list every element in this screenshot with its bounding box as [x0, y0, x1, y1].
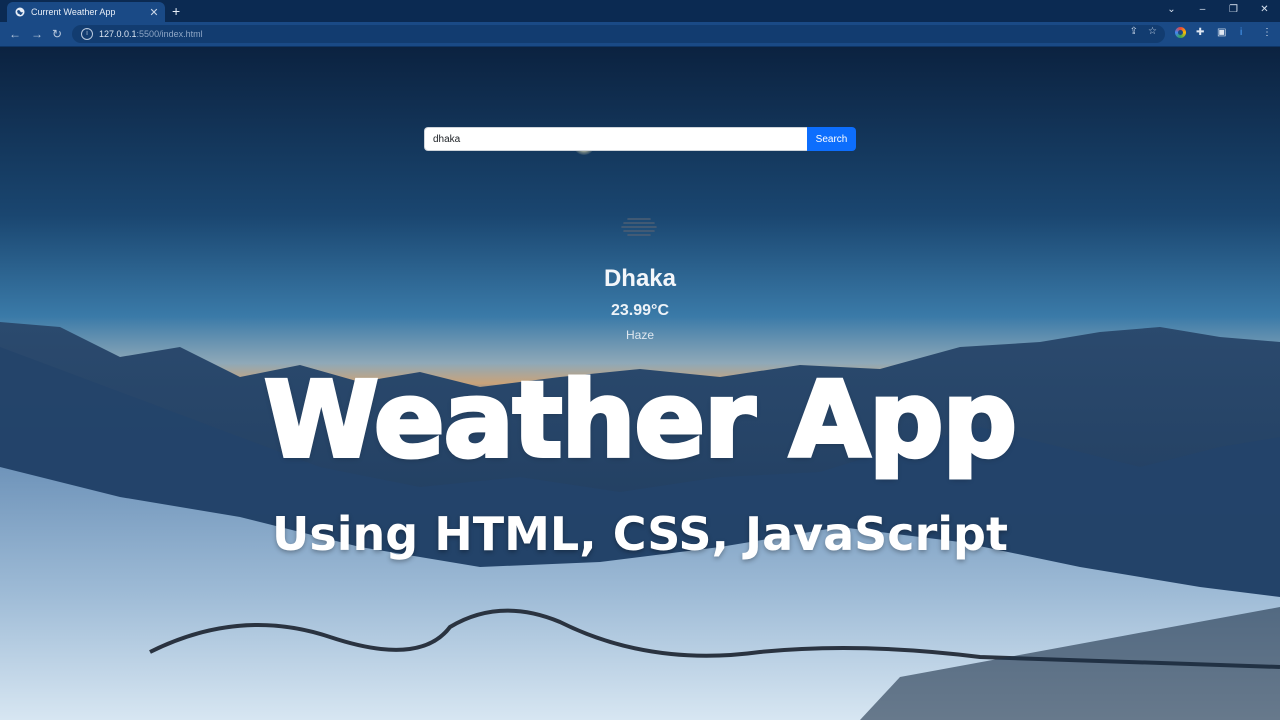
close-window-button[interactable]: ✕	[1249, 0, 1280, 22]
city-name: Dhaka	[603, 265, 677, 292]
tab-search-icon[interactable]: ⌄	[1156, 0, 1187, 22]
thumbnail-title: Weather App	[262, 357, 1019, 483]
temperature: 23.99°C	[611, 302, 669, 319]
browser-tab[interactable]: Current Weather App ✕	[7, 2, 165, 22]
search-form: Search	[424, 127, 856, 151]
site-info-icon[interactable]: i	[81, 28, 93, 40]
new-tab-button[interactable]: +	[172, 3, 180, 19]
menu-kebab-icon[interactable]: ⋮	[1262, 27, 1272, 38]
search-input[interactable]	[424, 127, 807, 151]
restore-button[interactable]: ❐	[1218, 0, 1249, 22]
page-viewport: Search Dhaka 23.99°C Haze Weather App Us…	[0, 47, 1280, 720]
search-button[interactable]: Search	[807, 127, 856, 151]
color-picker-extension-icon[interactable]	[1175, 27, 1186, 38]
browser-tab-strip: Current Weather App ✕ + ⌄ – ❐ ✕	[0, 0, 1280, 22]
forward-icon[interactable]: →	[31, 26, 43, 42]
browser-toolbar: ← → ↻ i 127.0.0.1:5500/index.html ⇪ ☆ ✚ …	[0, 22, 1280, 47]
bookmark-star-icon[interactable]: ☆	[1148, 26, 1157, 37]
side-panel-icon[interactable]: ▣	[1217, 27, 1226, 38]
globe-icon	[15, 7, 25, 17]
tab-close-icon[interactable]: ✕	[147, 6, 161, 19]
weather-description: Haze	[625, 328, 654, 342]
url-text: 127.0.0.1:5500/index.html	[99, 29, 203, 39]
profile-icon[interactable]: i	[1240, 27, 1242, 38]
share-icon[interactable]: ⇪	[1130, 26, 1138, 37]
haze-icon	[621, 218, 657, 236]
minimize-button[interactable]: –	[1187, 0, 1218, 22]
thumbnail-subtitle: Using HTML, CSS, JavaScript	[272, 507, 1008, 561]
back-icon[interactable]: ←	[9, 26, 21, 42]
address-bar[interactable]: i 127.0.0.1:5500/index.html ⇪ ☆	[72, 25, 1165, 43]
extensions-puzzle-icon[interactable]: ✚	[1196, 27, 1204, 38]
tab-title: Current Weather App	[31, 7, 116, 17]
reload-icon[interactable]: ↻	[52, 26, 62, 42]
